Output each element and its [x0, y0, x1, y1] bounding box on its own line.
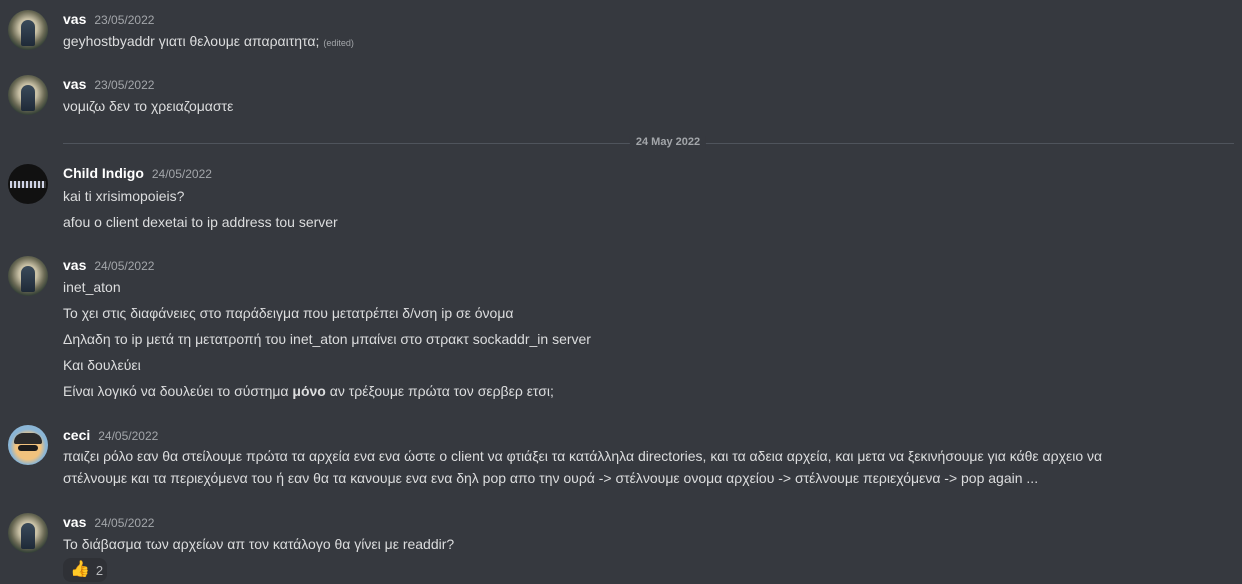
timestamp: 23/05/2022 [94, 78, 155, 92]
message-header: vas 24/05/2022 [63, 257, 154, 275]
avatar[interactable] [8, 513, 48, 553]
message-content: geyhostbyaddr γιατι θελουμε απαραιτητα;(… [63, 33, 354, 49]
date-divider-label: 24 May 2022 [629, 136, 707, 148]
avatar[interactable] [8, 75, 48, 115]
author-name[interactable]: vas [63, 76, 86, 92]
message-header: ceci 24/05/2022 [63, 427, 158, 445]
message-text: Και δουλεύει [63, 357, 141, 373]
message-text: inet_aton [63, 279, 121, 295]
author-name[interactable]: vas [63, 11, 86, 27]
message-header: Child Indigo 24/05/2022 [63, 165, 212, 183]
reaction-count: 2 [95, 562, 104, 578]
message-text: Δηλαδη το ip μετά τη μετατροπή του inet_… [63, 331, 591, 347]
message-text: kai ti xrisimopoieis? [63, 188, 185, 204]
timestamp: 24/05/2022 [94, 259, 155, 273]
author-name[interactable]: Child Indigo [63, 165, 144, 181]
message-header: vas 23/05/2022 [63, 11, 154, 29]
avatar[interactable] [8, 425, 48, 465]
author-name[interactable]: vas [63, 257, 86, 273]
message-header: vas 23/05/2022 [63, 76, 154, 94]
message-text: Είναι λογικό να δουλεύει το σύστημα μόνο… [63, 383, 554, 399]
avatar[interactable] [8, 256, 48, 296]
edited-label: (edited) [323, 38, 354, 48]
timestamp: 24/05/2022 [98, 429, 159, 443]
message-text: Το χει στις διαφάνειες στο παράδειγμα πο… [63, 305, 514, 321]
author-name[interactable]: ceci [63, 427, 90, 443]
author-name[interactable]: vas [63, 514, 86, 530]
message-text: νομιζω δεν το χρειαζομαστε [63, 98, 234, 114]
message-text: Το διάβασμα των αρχείων απ τον κατάλογο … [63, 536, 455, 552]
thumbs-up-icon: 👍 [70, 561, 90, 578]
message-text: afou o client dexetai to ip address tou … [63, 214, 338, 230]
message-text: παιζει ρόλο εαν θα στείλουμε πρώτα τα αρ… [63, 448, 1103, 464]
text-segment: Είναι λογικό να δουλεύει το σύστημα [63, 383, 293, 399]
message-text: geyhostbyaddr γιατι θελουμε απαραιτητα; [63, 33, 320, 49]
text-segment: αν τρέξουμε πρώτα τον σερβερ ετσι; [325, 383, 554, 399]
message-header: vas 24/05/2022 [63, 514, 154, 532]
avatar[interactable] [8, 164, 48, 204]
avatar[interactable] [8, 10, 48, 50]
message-text: στέλνουμε και τα περιεχόμενα του ή εαν θ… [63, 470, 1039, 486]
timestamp: 23/05/2022 [94, 13, 155, 27]
timestamp: 24/05/2022 [94, 516, 155, 530]
bold-text: μόνο [292, 383, 326, 399]
reaction-button[interactable]: 👍 2 [63, 558, 107, 582]
timestamp: 24/05/2022 [151, 167, 212, 181]
